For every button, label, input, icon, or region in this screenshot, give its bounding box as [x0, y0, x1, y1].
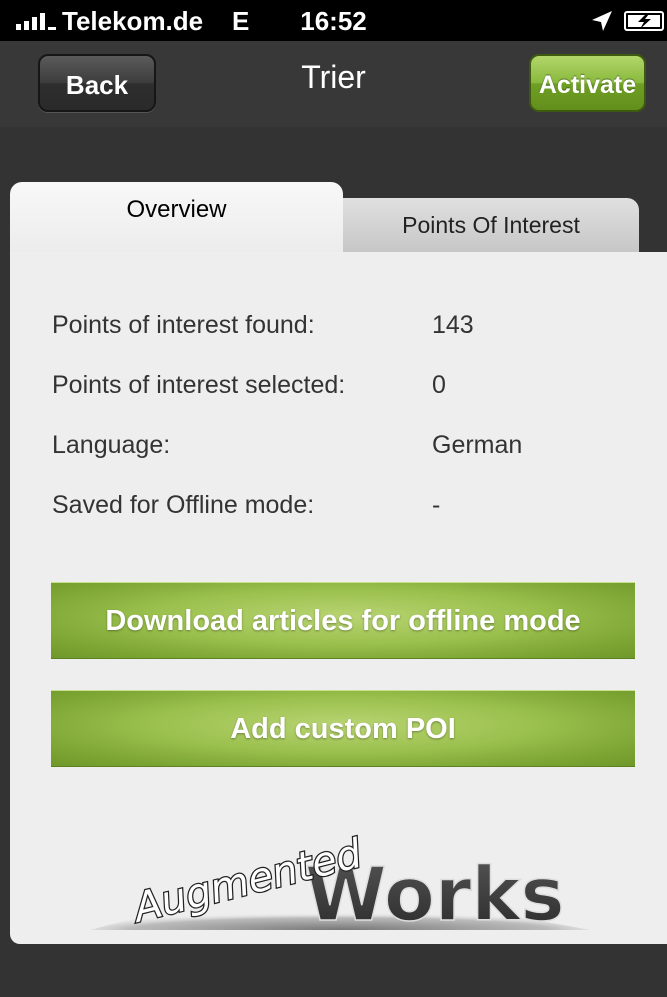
download-offline-button[interactable]: Download articles for offline mode: [51, 582, 635, 659]
activate-button[interactable]: Activate: [529, 54, 646, 112]
overview-panel: Points of interest found: 143 Points of …: [10, 252, 667, 944]
back-button[interactable]: Back: [38, 54, 156, 112]
battery-charging-icon: [624, 11, 664, 31]
signal-strength-icon: [16, 12, 58, 30]
tab-overview[interactable]: Overview: [10, 182, 343, 254]
poi-found-value: 143: [432, 311, 474, 339]
poi-found-label: Points of interest found:: [52, 311, 315, 339]
bottom-bar: [0, 944, 667, 997]
network-type: E: [232, 6, 250, 36]
add-custom-poi-button[interactable]: Add custom POI: [51, 690, 635, 767]
offline-saved-label: Saved for Offline mode:: [52, 491, 315, 519]
offline-saved-value: -: [432, 491, 441, 519]
augmented-works-logo: Works Augmented: [90, 829, 590, 937]
location-arrow-icon: [592, 11, 612, 31]
carrier-name: Telekom.de: [62, 6, 204, 36]
language-label: Language:: [52, 431, 171, 459]
tab-points-of-interest[interactable]: Points Of Interest: [343, 198, 639, 254]
page-title: Trier: [301, 59, 366, 95]
poi-selected-value: 0: [432, 371, 446, 399]
status-bar: Telekom.de E 16:52: [0, 0, 667, 41]
navigation-bar: Back Trier Activate: [0, 41, 667, 127]
poi-selected-label: Points of interest selected:: [52, 371, 346, 399]
language-value: German: [432, 431, 523, 459]
